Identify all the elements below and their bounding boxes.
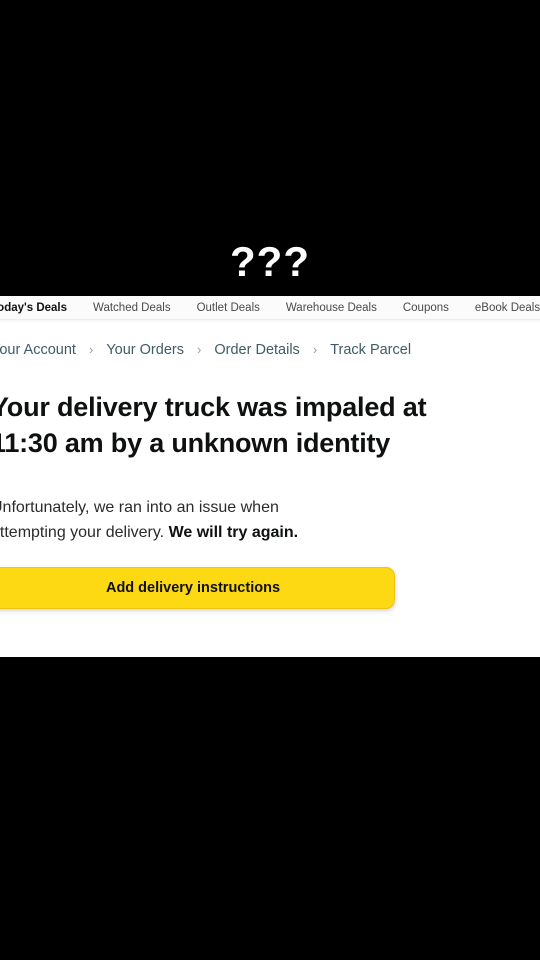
deals-subnav: Today's Deals Watched Deals Outlet Deals… (0, 296, 540, 320)
subnav-item-coupons[interactable]: Coupons (403, 296, 449, 319)
breadcrumb-item-your-orders[interactable]: Your Orders (106, 340, 184, 360)
chevron-right-icon: › (197, 342, 202, 358)
status-message-line-2-normal: attempting your delivery. (0, 524, 169, 542)
page-title-line-2: 11:30 am by a unknown identity (0, 428, 391, 459)
subnav-item-todays-deals[interactable]: Today's Deals (0, 296, 67, 319)
status-message-emphasis: We will try again. (168, 524, 299, 542)
breadcrumb: Your Account › Your Orders › Order Detai… (0, 340, 531, 360)
cta-container: Add delivery instructions (0, 567, 531, 610)
subnav-item-watched-deals[interactable]: Watched Deals (93, 296, 171, 319)
subnav-item-outlet-deals[interactable]: Outlet Deals (197, 296, 260, 319)
breadcrumb-item-order-details[interactable]: Order Details (214, 340, 299, 360)
breadcrumb-item-track-parcel[interactable]: Track Parcel (330, 340, 411, 360)
amazon-page-region: Today's Deals Watched Deals Outlet Deals… (0, 296, 540, 657)
chevron-right-icon: › (312, 342, 318, 358)
chevron-right-icon: › (88, 342, 94, 358)
screenshot-frame: ??? Today's Deals Watched Deals Outlet D… (0, 0, 540, 960)
letterbox-bottom (0, 657, 540, 960)
add-delivery-instructions-button[interactable]: Add delivery instructions (0, 567, 395, 610)
letterbox-top: ??? (0, 0, 540, 296)
status-message-line-1: Unfortunately, we ran into an issue when (0, 499, 279, 517)
page-title-line-1: Your delivery truck was impaled at (0, 392, 427, 423)
subnav-item-warehouse-deals[interactable]: Warehouse Deals (286, 296, 377, 319)
subnav-item-ebook-deals[interactable]: eBook Deals (475, 296, 540, 319)
question-marks-overlay-text: ??? (230, 238, 310, 285)
deals-subnav-items: Today's Deals Watched Deals Outlet Deals… (0, 296, 540, 319)
status-message-line-2: attempting your delivery. We will try ag… (0, 520, 531, 545)
status-message: Unfortunately, we ran into an issue when… (0, 495, 531, 545)
breadcrumb-item-your-account[interactable]: Your Account (0, 340, 76, 360)
page-title: Your delivery truck was impaled at 11:30… (0, 389, 531, 461)
